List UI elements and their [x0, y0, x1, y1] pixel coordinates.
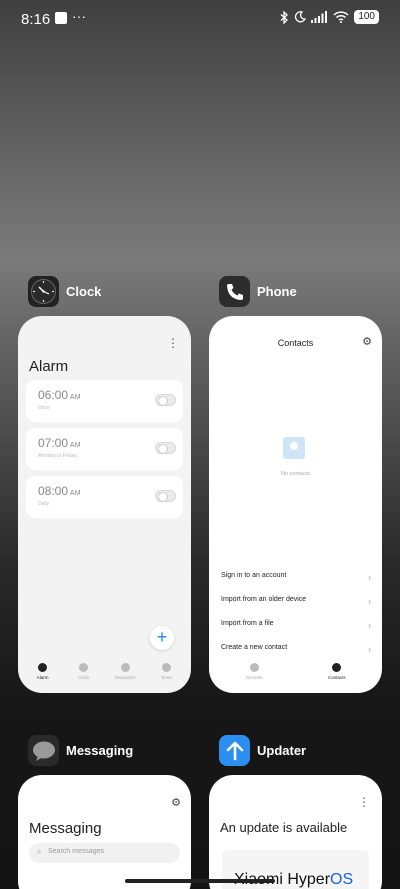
- alarm-repeat: Once: [38, 405, 50, 411]
- clock-app-header[interactable]: Clock: [28, 276, 101, 307]
- action-label: Import from a file: [221, 620, 274, 627]
- alarm-time: 07:00 AM: [38, 436, 81, 450]
- signal-icon: [311, 11, 328, 23]
- phone-app-header[interactable]: Phone: [219, 276, 297, 307]
- nav-label: Contacts: [327, 675, 346, 680]
- action-label: Create a new contact: [221, 644, 288, 651]
- nav-label: Clock: [78, 675, 90, 680]
- messaging-app-header[interactable]: Messaging: [28, 735, 133, 766]
- phone-icon: [249, 663, 259, 672]
- alarm-ampm: AM: [70, 394, 81, 401]
- alarm-ampm: AM: [70, 490, 81, 497]
- nav-stopwatch[interactable]: Stopwatch: [105, 663, 145, 693]
- nav-alarm[interactable]: Alarm: [23, 663, 63, 693]
- search-input[interactable]: ⌕ Search messages: [29, 843, 180, 863]
- messaging-app-card[interactable]: ⚙ Messaging ⌕ Search messages: [18, 775, 191, 889]
- settings-icon[interactable]: ⚙: [171, 796, 181, 809]
- clock-app-name: Clock: [66, 284, 102, 299]
- nav-label: Timer: [160, 675, 173, 680]
- person-icon: [332, 663, 342, 672]
- search-icon: ⌕: [37, 847, 42, 856]
- phone-app-icon[interactable]: [219, 276, 250, 307]
- empty-state-text: No contacts: [280, 471, 311, 477]
- alarm-time-value: 07:00: [38, 436, 69, 450]
- settings-icon[interactable]: ⚙: [362, 335, 372, 348]
- add-alarm-button[interactable]: +: [150, 626, 174, 650]
- moon-icon: [295, 11, 307, 23]
- phone-app-card[interactable]: Contacts ⚙ No contacts Sign in to an acc…: [209, 316, 382, 693]
- screen-title: Messaging: [29, 820, 102, 837]
- alarm-time-value: 08:00: [38, 484, 69, 498]
- alarm-item[interactable]: 08:00 AM Daily: [26, 476, 183, 518]
- create-contact-row[interactable]: Create a new contact ›: [221, 644, 371, 654]
- nav-label: Recents: [245, 675, 263, 680]
- updater-app-header[interactable]: Updater: [219, 735, 306, 766]
- import-file-row[interactable]: Import from a file ›: [221, 620, 371, 630]
- nav-label: Alarm: [36, 675, 49, 680]
- action-label: Sign in to an account: [221, 572, 287, 579]
- phone-app-name: Phone: [257, 284, 297, 299]
- stopwatch-icon: [120, 663, 130, 672]
- home-indicator[interactable]: [125, 879, 275, 883]
- screen-title: Contacts: [277, 338, 314, 348]
- more-menu-icon[interactable]: ⋮: [358, 795, 370, 809]
- alarm-toggle[interactable]: [155, 490, 176, 502]
- screen-title: An update is available: [220, 820, 348, 835]
- messaging-app-icon[interactable]: [28, 735, 59, 766]
- alarm-time-value: 06:00: [38, 388, 69, 402]
- brand-suffix: OS: [330, 871, 354, 888]
- nav-label: Stopwatch: [114, 675, 136, 680]
- more-notifications-icon: ···: [72, 8, 86, 24]
- battery-icon: 100: [354, 10, 379, 24]
- chevron-right-icon: ›: [368, 596, 371, 606]
- alarm-toggle[interactable]: [155, 442, 176, 454]
- clock-bottom-nav: Alarm Clock Stopwatch Timer: [18, 655, 191, 693]
- alarm-time: 08:00 AM: [38, 484, 81, 498]
- clock-icon: [79, 663, 89, 672]
- alarm-time: 06:00 AM: [38, 388, 81, 402]
- wifi-icon: [333, 11, 349, 23]
- nav-clock[interactable]: Clock: [64, 663, 104, 693]
- notification-icon: [55, 12, 67, 24]
- alarm-item[interactable]: 06:00 AM Once: [26, 380, 183, 422]
- nav-timer[interactable]: Timer: [146, 663, 186, 693]
- chevron-right-icon: ›: [368, 644, 371, 654]
- search-placeholder: Search messages: [48, 848, 105, 855]
- bluetooth-icon: [280, 10, 289, 24]
- chevron-right-icon: ›: [368, 620, 371, 630]
- alarm-repeat: Monday to Friday: [38, 453, 77, 459]
- sign-in-account-row[interactable]: Sign in to an account ›: [221, 572, 371, 582]
- alarm-icon: [38, 663, 48, 672]
- hourglass-icon: [161, 663, 171, 672]
- status-bar: 8:16 ··· 100: [0, 0, 400, 38]
- chevron-right-icon: ›: [368, 572, 371, 582]
- alarm-toggle[interactable]: [155, 394, 176, 406]
- clock-app-card[interactable]: ⋮ Alarm 06:00 AM Once 07:00 AM Monday to F…: [18, 316, 191, 693]
- contact-placeholder-icon: [283, 437, 305, 459]
- alarm-repeat: Daily: [38, 501, 50, 507]
- action-label: Import from an older device: [221, 596, 307, 603]
- nav-recents[interactable]: Recents: [234, 663, 274, 693]
- import-older-device-row[interactable]: Import from an older device ›: [221, 596, 371, 606]
- nav-contacts[interactable]: Contacts: [317, 663, 357, 693]
- alarm-item[interactable]: 07:00 AM Monday to Friday: [26, 428, 183, 470]
- phone-bottom-nav: Recents Contacts: [209, 655, 382, 693]
- status-time: 8:16: [21, 11, 51, 28]
- more-menu-icon[interactable]: ⋮: [167, 336, 179, 350]
- status-icons: 100: [280, 10, 379, 24]
- alarm-ampm: AM: [70, 442, 81, 449]
- updater-app-name: Updater: [257, 743, 307, 758]
- clock-app-icon[interactable]: [28, 276, 59, 307]
- screen-title: Alarm: [29, 358, 69, 375]
- messaging-app-name: Messaging: [66, 743, 134, 758]
- updater-app-icon[interactable]: [219, 735, 250, 766]
